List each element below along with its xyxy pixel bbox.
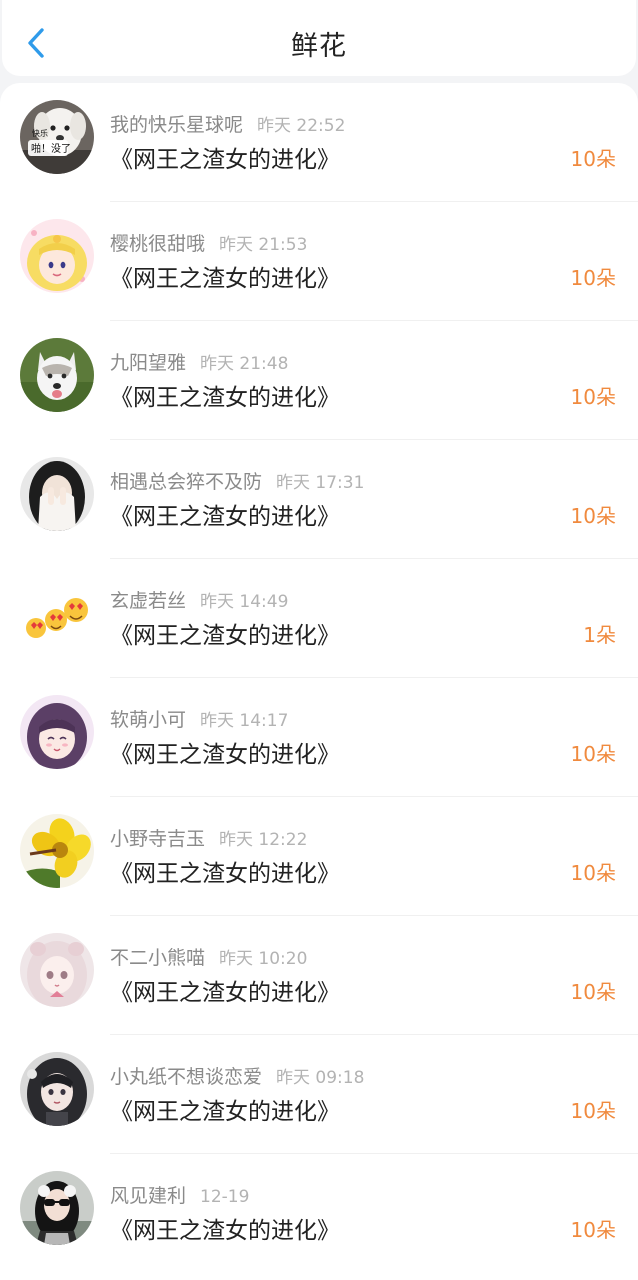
list-item[interactable]: 樱桃很甜哦 昨天 21:53 《网王之渣女的进化》 10朵	[0, 202, 638, 321]
girl-sunglasses-avatar[interactable]	[20, 1171, 94, 1245]
book-title[interactable]: 《网王之渣女的进化》	[110, 1211, 340, 1245]
flower-count: 10朵	[570, 385, 616, 409]
flower-count: 10朵	[570, 504, 616, 528]
flower-count: 10朵	[570, 980, 616, 1004]
item-meta: 小丸纸不想谈恋爱 昨天 09:18	[110, 1062, 364, 1088]
timestamp: 昨天 10:20	[219, 949, 308, 969]
username[interactable]: 风见建利	[110, 1185, 186, 1207]
username[interactable]: 我的快乐星球呢	[110, 114, 243, 136]
flower-count: 10朵	[570, 742, 616, 766]
book-title[interactable]: 《网王之渣女的进化》	[110, 259, 340, 293]
book-title[interactable]: 《网王之渣女的进化》	[110, 497, 340, 531]
list-item[interactable]: 风见建利 12-19 《网王之渣女的进化》 10朵	[0, 1154, 638, 1273]
heart-eyes-emoji-avatar[interactable]	[20, 576, 94, 650]
sailor-moon-avatar[interactable]	[20, 219, 94, 293]
list-item[interactable]: 九阳望雅 昨天 21:48 《网王之渣女的进化》 10朵	[0, 321, 638, 440]
yellow-flower-avatar[interactable]	[20, 814, 94, 888]
avatar-caption-bottom: 啪！没了	[31, 142, 71, 155]
list-item[interactable]: 软萌小可 昨天 14:17 《网王之渣女的进化》 10朵	[0, 678, 638, 797]
list-item[interactable]: 快乐 啪！没了 我的快乐星球呢 昨天 22:52 《网王之渣女的进化》 10朵	[0, 83, 638, 202]
timestamp: 昨天 17:31	[276, 473, 365, 493]
page-title: 鲜花	[291, 31, 347, 62]
item-meta: 软萌小可 昨天 14:17	[110, 705, 288, 731]
anime-girl-dark-hair-avatar[interactable]	[20, 1052, 94, 1126]
list-item[interactable]: 不二小熊喵 昨天 10:20 《网王之渣女的进化》 10朵	[0, 916, 638, 1035]
timestamp: 昨天 21:53	[219, 235, 308, 255]
flower-gift-list: 快乐 啪！没了 我的快乐星球呢昨天 22:52 《网王之渣女的进化》 10朵	[0, 83, 638, 1280]
avatar-caption-top: 快乐	[32, 128, 48, 138]
item-meta: 小野寺吉玉 昨天 12:22	[110, 824, 307, 850]
list-item[interactable]: 小野寺吉玉 昨天 12:22 《网王之渣女的进化》 10朵	[0, 797, 638, 916]
timestamp: 昨天 21:48	[200, 354, 289, 374]
flower-count: 10朵	[570, 147, 616, 171]
timestamp: 昨天 09:18	[276, 1068, 365, 1088]
flower-count: 10朵	[570, 1099, 616, 1123]
navigation-bar: 鲜花	[2, 0, 636, 76]
timestamp: 昨天 14:49	[200, 592, 289, 612]
list-item[interactable]: 小丸纸不想谈恋爱 昨天 09:18 《网王之渣女的进化》 10朵	[0, 1035, 638, 1154]
anime-girl-purple-hair-avatar[interactable]	[20, 695, 94, 769]
flower-count: 10朵	[570, 1218, 616, 1242]
item-meta: 我的快乐星球呢 昨天 22:52	[110, 110, 345, 136]
username[interactable]: 小野寺吉玉	[110, 828, 205, 850]
list-item[interactable]: 玄虚若丝 昨天 14:49 《网王之渣女的进化》 1朵	[0, 559, 638, 678]
timestamp: 昨天 12:22	[219, 830, 308, 850]
timestamp: 昨天 14:17	[200, 711, 289, 731]
item-meta: 玄虚若丝 昨天 14:49	[110, 586, 288, 612]
item-meta: 樱桃很甜哦 昨天 21:53	[110, 229, 307, 255]
username[interactable]: 不二小熊喵	[110, 947, 205, 969]
username[interactable]: 软萌小可	[110, 709, 186, 731]
husky-dog-avatar[interactable]	[20, 338, 94, 412]
timestamp: 12-19	[200, 1187, 250, 1207]
username[interactable]: 玄虚若丝	[110, 590, 186, 612]
book-title[interactable]: 《网王之渣女的进化》	[110, 1092, 340, 1126]
timestamp: 昨天 22:52	[257, 116, 346, 136]
username[interactable]: 樱桃很甜哦	[110, 233, 205, 255]
flower-count: 10朵	[570, 266, 616, 290]
username[interactable]: 九阳望雅	[110, 352, 186, 374]
item-meta: 风见建利 12-19	[110, 1181, 249, 1207]
book-title[interactable]: 《网王之渣女的进化》	[110, 854, 340, 888]
book-title[interactable]: 《网王之渣女的进化》	[110, 973, 340, 1007]
item-meta: 相遇总会猝不及防 昨天 17:31	[110, 467, 364, 493]
flower-count: 1朵	[583, 623, 616, 647]
username[interactable]: 小丸纸不想谈恋爱	[110, 1066, 262, 1088]
book-title[interactable]: 《网王之渣女的进化》	[110, 140, 340, 174]
flower-count: 10朵	[570, 861, 616, 885]
anime-girl-pink-avatar[interactable]	[20, 933, 94, 1007]
white-puppy-avatar[interactable]: 快乐 啪！没了	[20, 100, 94, 174]
book-title[interactable]: 《网王之渣女的进化》	[110, 616, 340, 650]
book-title[interactable]: 《网王之渣女的进化》	[110, 735, 340, 769]
book-title[interactable]: 《网王之渣女的进化》	[110, 378, 340, 412]
username[interactable]: 相遇总会猝不及防	[110, 471, 262, 493]
item-meta: 不二小熊喵 昨天 10:20	[110, 943, 307, 969]
item-meta: 九阳望雅 昨天 21:48	[110, 348, 288, 374]
list-item[interactable]: 相遇总会猝不及防 昨天 17:31 《网王之渣女的进化》 10朵	[0, 440, 638, 559]
girl-covering-face-avatar[interactable]	[20, 457, 94, 531]
